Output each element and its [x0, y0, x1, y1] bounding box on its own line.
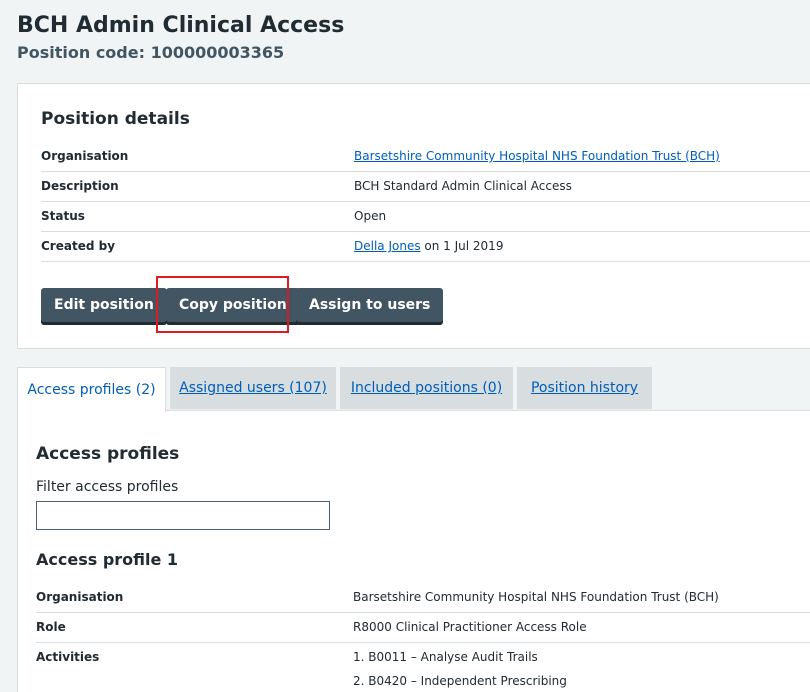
page-title: BCH Admin Clinical Access — [17, 13, 345, 38]
profile-row-role: Role R8000 Clinical Practitioner Access … — [36, 613, 810, 643]
summary-value: Della Jones on 1 Jul 2019 — [354, 239, 503, 253]
access-profile-heading: Access profile 1 — [36, 550, 179, 569]
filter-access-profiles-input[interactable] — [36, 501, 330, 530]
position-details-heading: Position details — [41, 109, 190, 129]
summary-row-organisation: Organisation Barsetshire Community Hospi… — [41, 142, 810, 172]
organisation-link[interactable]: Barsetshire Community Hospital NHS Found… — [354, 149, 720, 163]
summary-key: Organisation — [41, 149, 129, 163]
profile-row-activities: Activities 1. B0011 – Analyse Audit Trai… — [36, 643, 810, 692]
summary-row-created-by: Created by Della Jones on 1 Jul 2019 — [41, 232, 810, 262]
summary-value: Barsetshire Community Hospital NHS Found… — [353, 590, 719, 604]
summary-key: Created by — [41, 239, 116, 253]
tab-included-positions[interactable]: Included positions (0) — [340, 367, 513, 409]
access-profiles-panel: Access profiles Filter access profiles A… — [17, 410, 810, 692]
tab-assigned-users[interactable]: Assigned users (107) — [170, 367, 336, 409]
summary-row-description: Description BCH Standard Admin Clinical … — [41, 172, 810, 202]
list-item: 1. B0011 – Analyse Audit Trails — [353, 650, 538, 664]
assign-to-users-button[interactable]: Assign to users — [296, 288, 444, 322]
summary-row-status: Status Open — [41, 202, 810, 232]
profile-row-organisation: Organisation Barsetshire Community Hospi… — [36, 583, 810, 613]
access-profiles-heading: Access profiles — [36, 444, 180, 464]
summary-key: Organisation — [36, 590, 124, 604]
summary-value: Open — [354, 209, 387, 223]
summary-key: Role — [36, 620, 66, 634]
summary-value: Barsetshire Community Hospital NHS Found… — [354, 149, 720, 163]
summary-key: Status — [41, 209, 85, 223]
filter-label: Filter access profiles — [36, 479, 179, 495]
activity-list: 1. B0011 – Analyse Audit Trails 2. B0420… — [353, 650, 567, 692]
tab-label: Included positions (0) — [350, 380, 503, 396]
summary-value: R8000 Clinical Practitioner Access Role — [353, 620, 587, 634]
list-item: 2. B0420 – Independent Prescribing — [353, 674, 567, 688]
created-date: on 1 Jul 2019 — [420, 239, 504, 253]
edit-position-button[interactable]: Edit position — [41, 288, 167, 322]
summary-value: BCH Standard Admin Clinical Access — [354, 179, 572, 193]
creator-link[interactable]: Della Jones — [354, 239, 421, 253]
tab-access-profiles[interactable]: Access profiles (2) — [17, 367, 166, 412]
position-details-panel: Position details Organisation Barsetshir… — [17, 83, 810, 349]
tab-position-history[interactable]: Position history — [517, 367, 652, 409]
tab-label: Assigned users (107) — [179, 380, 327, 396]
tab-label: Position history — [530, 380, 639, 396]
summary-key: Description — [41, 179, 119, 193]
summary-key: Activities — [36, 650, 100, 664]
tab-label: Access profiles (2) — [27, 382, 156, 398]
copy-position-highlight — [156, 276, 289, 333]
position-code: Position code: 100000003365 — [17, 43, 285, 62]
